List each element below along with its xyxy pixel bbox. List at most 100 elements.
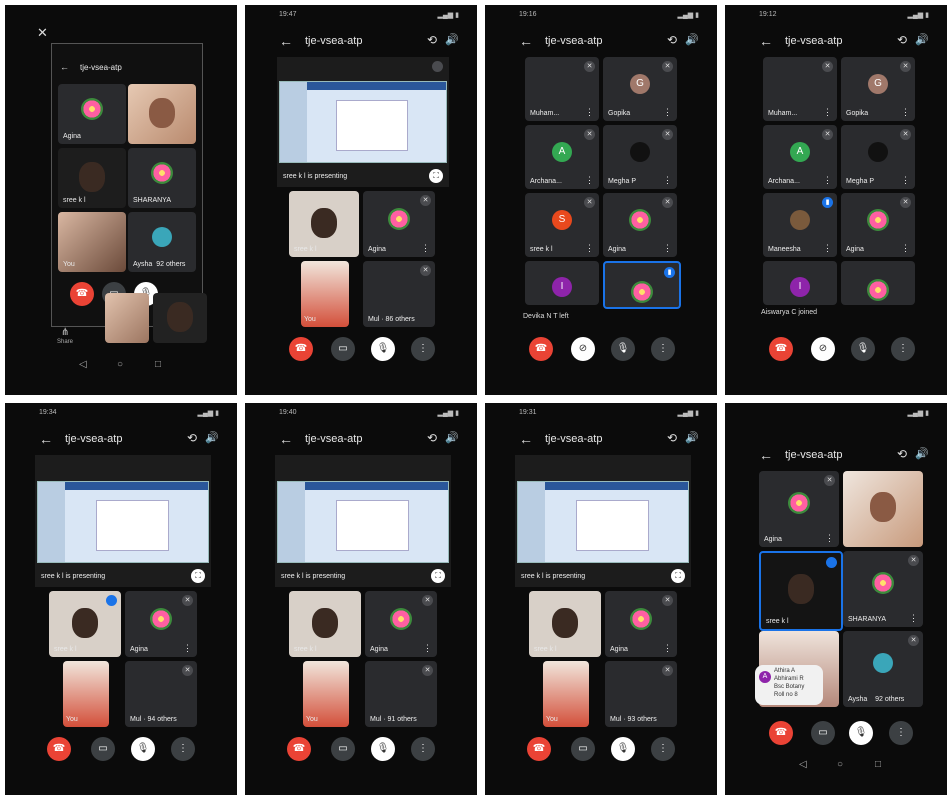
end-call-button[interactable]: ☎ bbox=[769, 337, 793, 361]
end-call-button[interactable]: ☎ bbox=[527, 737, 551, 761]
meeting-title[interactable]: tje-vsea-atp bbox=[65, 433, 122, 445]
participant-tile[interactable]: ✕ A Archana... ⋮ bbox=[525, 125, 599, 189]
meeting-title[interactable]: tje-vsea-atp bbox=[545, 35, 602, 47]
more-options-icon[interactable]: ⋮ bbox=[663, 175, 672, 186]
recents-nav-icon[interactable]: □ bbox=[875, 759, 881, 770]
participant-tile[interactable]: ✕ Agina ⋮ bbox=[605, 591, 677, 657]
camera-button[interactable]: ▭ bbox=[91, 737, 115, 761]
participant-tile[interactable]: ✕ Aysha 92 others bbox=[843, 631, 923, 707]
more-options-button[interactable]: ⋮ bbox=[411, 737, 435, 761]
mute-button[interactable]: 🎙 bbox=[611, 737, 635, 761]
floating-video[interactable] bbox=[153, 293, 207, 343]
back-arrow-icon[interactable]: ← bbox=[279, 33, 293, 49]
meeting-title[interactable]: tje-vsea-atp bbox=[785, 449, 842, 461]
back-arrow-icon[interactable]: ← bbox=[39, 431, 53, 447]
participant-tile[interactable]: ✕ SHARANYA ⋮ bbox=[843, 551, 923, 627]
mute-button[interactable]: 🎙 bbox=[849, 721, 873, 745]
switch-camera-icon[interactable]: ⟲ bbox=[187, 431, 197, 445]
participant-tile[interactable]: ✕ Agina ⋮ bbox=[603, 193, 677, 257]
more-options-icon[interactable]: ⋮ bbox=[663, 107, 672, 118]
back-arrow-icon[interactable]: ← bbox=[759, 447, 773, 463]
participant-tile[interactable]: ✕ Agina ⋮ bbox=[841, 193, 915, 257]
meeting-title[interactable]: tje-vsea-atp bbox=[545, 433, 602, 445]
participant-tile[interactable]: ▮ Maneesha ⋮ bbox=[763, 193, 837, 257]
speaker-icon[interactable]: 🔊 bbox=[685, 431, 699, 444]
back-arrow-icon[interactable]: ← bbox=[519, 33, 533, 49]
meeting-title[interactable]: tje-vsea-atp bbox=[305, 433, 362, 445]
participant-video[interactable]: sree k l bbox=[289, 591, 361, 657]
more-options-icon[interactable]: ⋮ bbox=[421, 243, 430, 254]
fullscreen-icon[interactable]: ⛶ bbox=[191, 569, 205, 583]
meeting-title[interactable]: tje-vsea-atp bbox=[785, 35, 842, 47]
back-arrow-icon[interactable]: ← bbox=[759, 33, 773, 49]
more-options-button[interactable]: ⋮ bbox=[651, 737, 675, 761]
speaker-icon[interactable]: 🔊 bbox=[445, 431, 459, 444]
switch-camera-icon[interactable]: ⟲ bbox=[427, 431, 437, 445]
back-arrow-icon[interactable]: ← bbox=[279, 431, 293, 447]
end-call-button[interactable]: ☎ bbox=[289, 337, 313, 361]
participant-tile[interactable]: ✕ Agina ⋮ bbox=[363, 191, 435, 257]
end-call-button[interactable]: ☎ bbox=[70, 282, 94, 306]
participant-video[interactable] bbox=[128, 84, 196, 144]
speaker-icon[interactable]: 🔊 bbox=[445, 33, 459, 46]
end-call-button[interactable]: ☎ bbox=[529, 337, 553, 361]
more-options-icon[interactable]: ⋮ bbox=[901, 175, 910, 186]
back-nav-icon[interactable]: ◁ bbox=[79, 359, 87, 370]
self-video[interactable]: You bbox=[58, 212, 126, 272]
speaker-icon[interactable]: 🔊 bbox=[915, 33, 929, 46]
participant-tile[interactable]: ✕ G Gopika ⋮ bbox=[841, 57, 915, 121]
more-options-icon[interactable]: ⋮ bbox=[585, 175, 594, 186]
self-video[interactable]: You bbox=[543, 661, 589, 727]
more-options-icon[interactable]: ⋮ bbox=[585, 243, 594, 254]
more-options-icon[interactable]: ⋮ bbox=[901, 243, 910, 254]
mute-button[interactable]: 🎙 bbox=[371, 337, 395, 361]
participant-video[interactable]: sree k l bbox=[49, 591, 121, 657]
end-call-button[interactable]: ☎ bbox=[287, 737, 311, 761]
share-icon[interactable]: ⋔ bbox=[61, 327, 69, 338]
end-call-button[interactable]: ☎ bbox=[769, 721, 793, 745]
participant-tile[interactable]: ✕ Megha P ⋮ bbox=[603, 125, 677, 189]
camera-button[interactable]: ▭ bbox=[811, 721, 835, 745]
participant-tile[interactable]: ✕ Mul · 94 others bbox=[125, 661, 197, 727]
participant-tile[interactable]: ✕ Muham... ⋮ bbox=[763, 57, 837, 121]
participant-tile[interactable]: ✕ S sree k l ⋮ bbox=[525, 193, 599, 257]
switch-camera-icon[interactable]: ⟲ bbox=[667, 33, 677, 47]
participant-tile[interactable]: Aysha 92 others bbox=[128, 212, 196, 272]
back-arrow-icon[interactable]: ← bbox=[519, 431, 533, 447]
participant-tile[interactable]: ✕ Agina ⋮ bbox=[759, 471, 839, 547]
more-options-icon[interactable]: ⋮ bbox=[825, 533, 834, 544]
camera-button[interactable]: ▭ bbox=[331, 737, 355, 761]
participant-video[interactable]: sree k l bbox=[58, 148, 126, 208]
self-tile[interactable]: ▮ bbox=[603, 261, 681, 309]
participant-video[interactable]: sree k l bbox=[759, 551, 843, 631]
recents-nav-icon[interactable]: □ bbox=[155, 359, 161, 370]
participant-tile[interactable]: ✕ Megha P ⋮ bbox=[841, 125, 915, 189]
participant-tile[interactable]: ✕ G Gopika ⋮ bbox=[603, 57, 677, 121]
close-icon[interactable]: ✕ bbox=[37, 25, 48, 41]
more-options-icon[interactable]: ⋮ bbox=[423, 643, 432, 654]
home-nav-icon[interactable]: ○ bbox=[117, 359, 123, 370]
more-options-button[interactable]: ⋮ bbox=[651, 337, 675, 361]
self-video[interactable]: You bbox=[303, 661, 349, 727]
more-options-icon[interactable]: ⋮ bbox=[663, 643, 672, 654]
home-nav-icon[interactable]: ○ bbox=[837, 759, 843, 770]
switch-camera-icon[interactable]: ⟲ bbox=[897, 447, 907, 461]
switch-camera-icon[interactable]: ⟲ bbox=[427, 33, 437, 47]
fullscreen-icon[interactable]: ⛶ bbox=[671, 569, 685, 583]
participant-tile[interactable]: Agina bbox=[58, 84, 126, 144]
participant-video[interactable] bbox=[843, 471, 923, 547]
mic-button[interactable]: 🎙 bbox=[851, 337, 875, 361]
screen-share-area[interactable]: sree k l is presenting ⛶ bbox=[35, 455, 211, 587]
fullscreen-icon[interactable]: ⛶ bbox=[429, 169, 443, 183]
chat-message-popup[interactable]: A Athira A Abhirami R Bsc Botany Roll no… bbox=[755, 665, 823, 705]
participant-tile[interactable]: ✕ Mul · 93 others bbox=[605, 661, 677, 727]
participant-tile[interactable]: ✕ Mul · 91 others bbox=[365, 661, 437, 727]
participant-tile[interactable]: I bbox=[763, 261, 837, 305]
participant-tile[interactable]: I bbox=[525, 261, 599, 305]
more-options-icon[interactable]: ⋮ bbox=[183, 643, 192, 654]
mic-button[interactable]: 🎙 bbox=[611, 337, 635, 361]
minimized-call-window[interactable]: ← tje-vsea-atp Agina sree k l SHARANYA Y… bbox=[51, 43, 203, 327]
participant-tile[interactable] bbox=[841, 261, 915, 305]
participant-tile[interactable]: ✕ Agina ⋮ bbox=[125, 591, 197, 657]
floating-video[interactable] bbox=[105, 293, 149, 343]
